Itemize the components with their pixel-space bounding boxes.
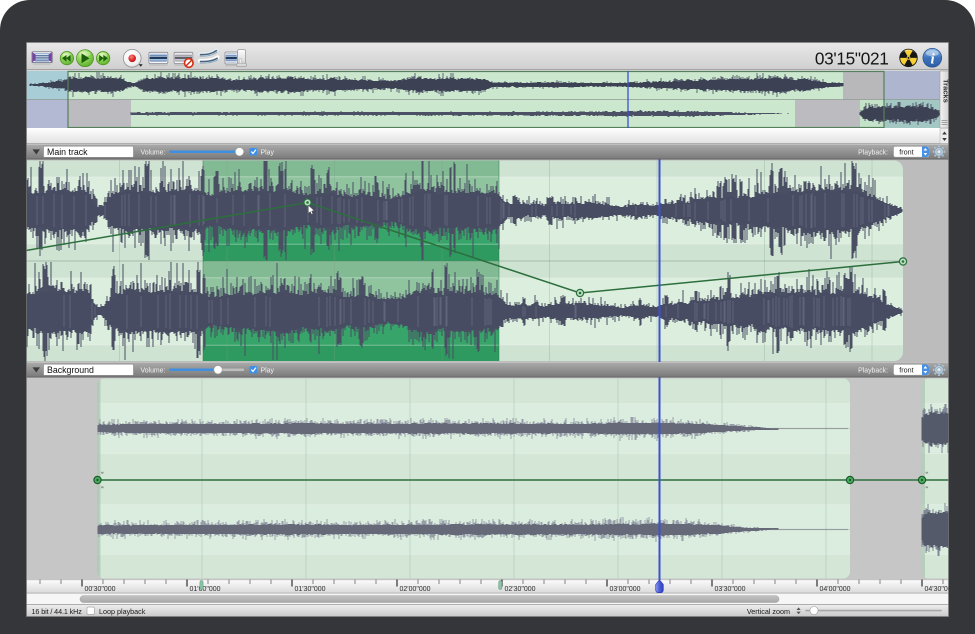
svg-text:Volume:: Volume: (141, 368, 166, 375)
svg-text:Play: Play (261, 368, 275, 375)
svg-text:Vertical zoom: Vertical zoom (747, 607, 790, 616)
svg-text:16 bit / 44.1 kHz: 16 bit / 44.1 kHz (32, 607, 83, 616)
svg-text:03'30"000: 03'30"000 (715, 586, 746, 593)
svg-text:00'30"000: 00'30"000 (85, 586, 116, 593)
svg-text:Volume:: Volume: (141, 150, 166, 157)
svg-text:Main track: Main track (47, 147, 88, 157)
svg-text:Play: Play (261, 150, 275, 157)
svg-text:03'00"000: 03'00"000 (610, 586, 641, 593)
svg-text:Loop playback: Loop playback (99, 607, 146, 616)
svg-text:03'15"021: 03'15"021 (815, 48, 889, 68)
svg-text:02'30"000: 02'30"000 (505, 586, 536, 593)
svg-text:01'00"000: 01'00"000 (190, 586, 221, 593)
svg-text:04'00"000: 04'00"000 (820, 586, 851, 593)
svg-text:front: front (899, 148, 913, 157)
svg-text:Playback:: Playback: (858, 150, 888, 157)
svg-text:Background: Background (47, 365, 94, 375)
svg-text:front: front (899, 366, 913, 375)
svg-text:01'30"000: 01'30"000 (295, 586, 326, 593)
svg-text:Playback:: Playback: (858, 368, 888, 375)
svg-text:02'00"000: 02'00"000 (400, 586, 431, 593)
